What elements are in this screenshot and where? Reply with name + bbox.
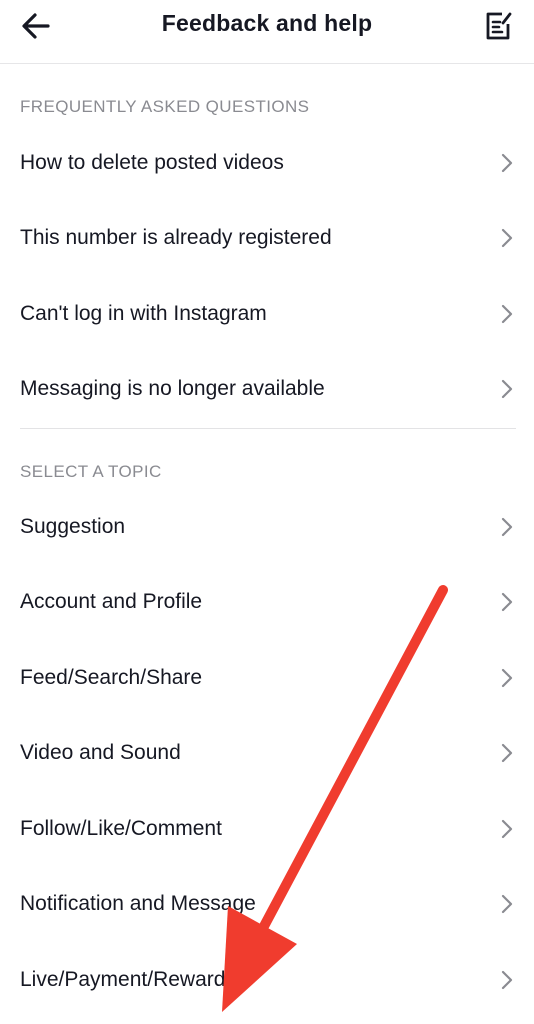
topic-item[interactable]: Video and Sound xyxy=(0,715,534,791)
faq-item[interactable]: Can't log in with Instagram xyxy=(0,276,534,352)
topic-item-label: Feed/Search/Share xyxy=(20,666,203,689)
topic-section-title: SELECT A TOPIC xyxy=(20,462,162,481)
faq-section-title: FREQUENTLY ASKED QUESTIONS xyxy=(20,97,310,116)
chevron-right-icon xyxy=(501,304,513,324)
faq-item[interactable]: Messaging is no longer available xyxy=(0,351,534,427)
chevron-right-icon xyxy=(501,153,513,173)
topic-item-label: Follow/Like/Comment xyxy=(20,817,222,840)
topic-item[interactable]: Suggestion xyxy=(0,489,534,565)
edit-report-icon xyxy=(486,12,512,40)
chevron-right-icon xyxy=(501,668,513,688)
topic-item[interactable]: Account and Profile xyxy=(0,564,534,640)
topic-item[interactable]: Live/Payment/Rewards xyxy=(0,942,534,1018)
chevron-right-icon xyxy=(501,592,513,612)
chevron-right-icon xyxy=(501,819,513,839)
chevron-right-icon xyxy=(501,517,513,537)
page-title: Feedback and help xyxy=(161,10,373,36)
header-bar: Feedback and help xyxy=(0,0,534,64)
chevron-right-icon xyxy=(501,228,513,248)
topic-item[interactable]: Follow/Like/Comment xyxy=(0,791,534,867)
report-button[interactable] xyxy=(480,8,516,44)
topic-item-label: Video and Sound xyxy=(20,741,181,764)
chevron-right-icon xyxy=(501,970,513,990)
faq-item[interactable]: This number is already registered xyxy=(0,200,534,276)
topic-item-label: Suggestion xyxy=(20,515,126,538)
faq-item-label: This number is already registered xyxy=(20,226,332,249)
chevron-right-icon xyxy=(501,379,513,399)
topic-item[interactable]: Feed/Search/Share xyxy=(0,640,534,716)
faq-item[interactable]: How to delete posted videos xyxy=(0,125,534,201)
topic-item-label: Notification and Message xyxy=(20,892,256,915)
faq-item-label: How to delete posted videos xyxy=(20,151,284,174)
topic-item[interactable]: Notification and Message xyxy=(0,866,534,942)
chevron-right-icon xyxy=(501,894,513,914)
chevron-right-icon xyxy=(501,743,513,763)
topic-item-label: Live/Payment/Rewards xyxy=(20,968,236,991)
faq-item-label: Messaging is no longer available xyxy=(20,377,325,400)
faq-item-label: Can't log in with Instagram xyxy=(20,302,267,325)
section-divider xyxy=(20,428,516,429)
topic-item-label: Account and Profile xyxy=(20,590,203,613)
